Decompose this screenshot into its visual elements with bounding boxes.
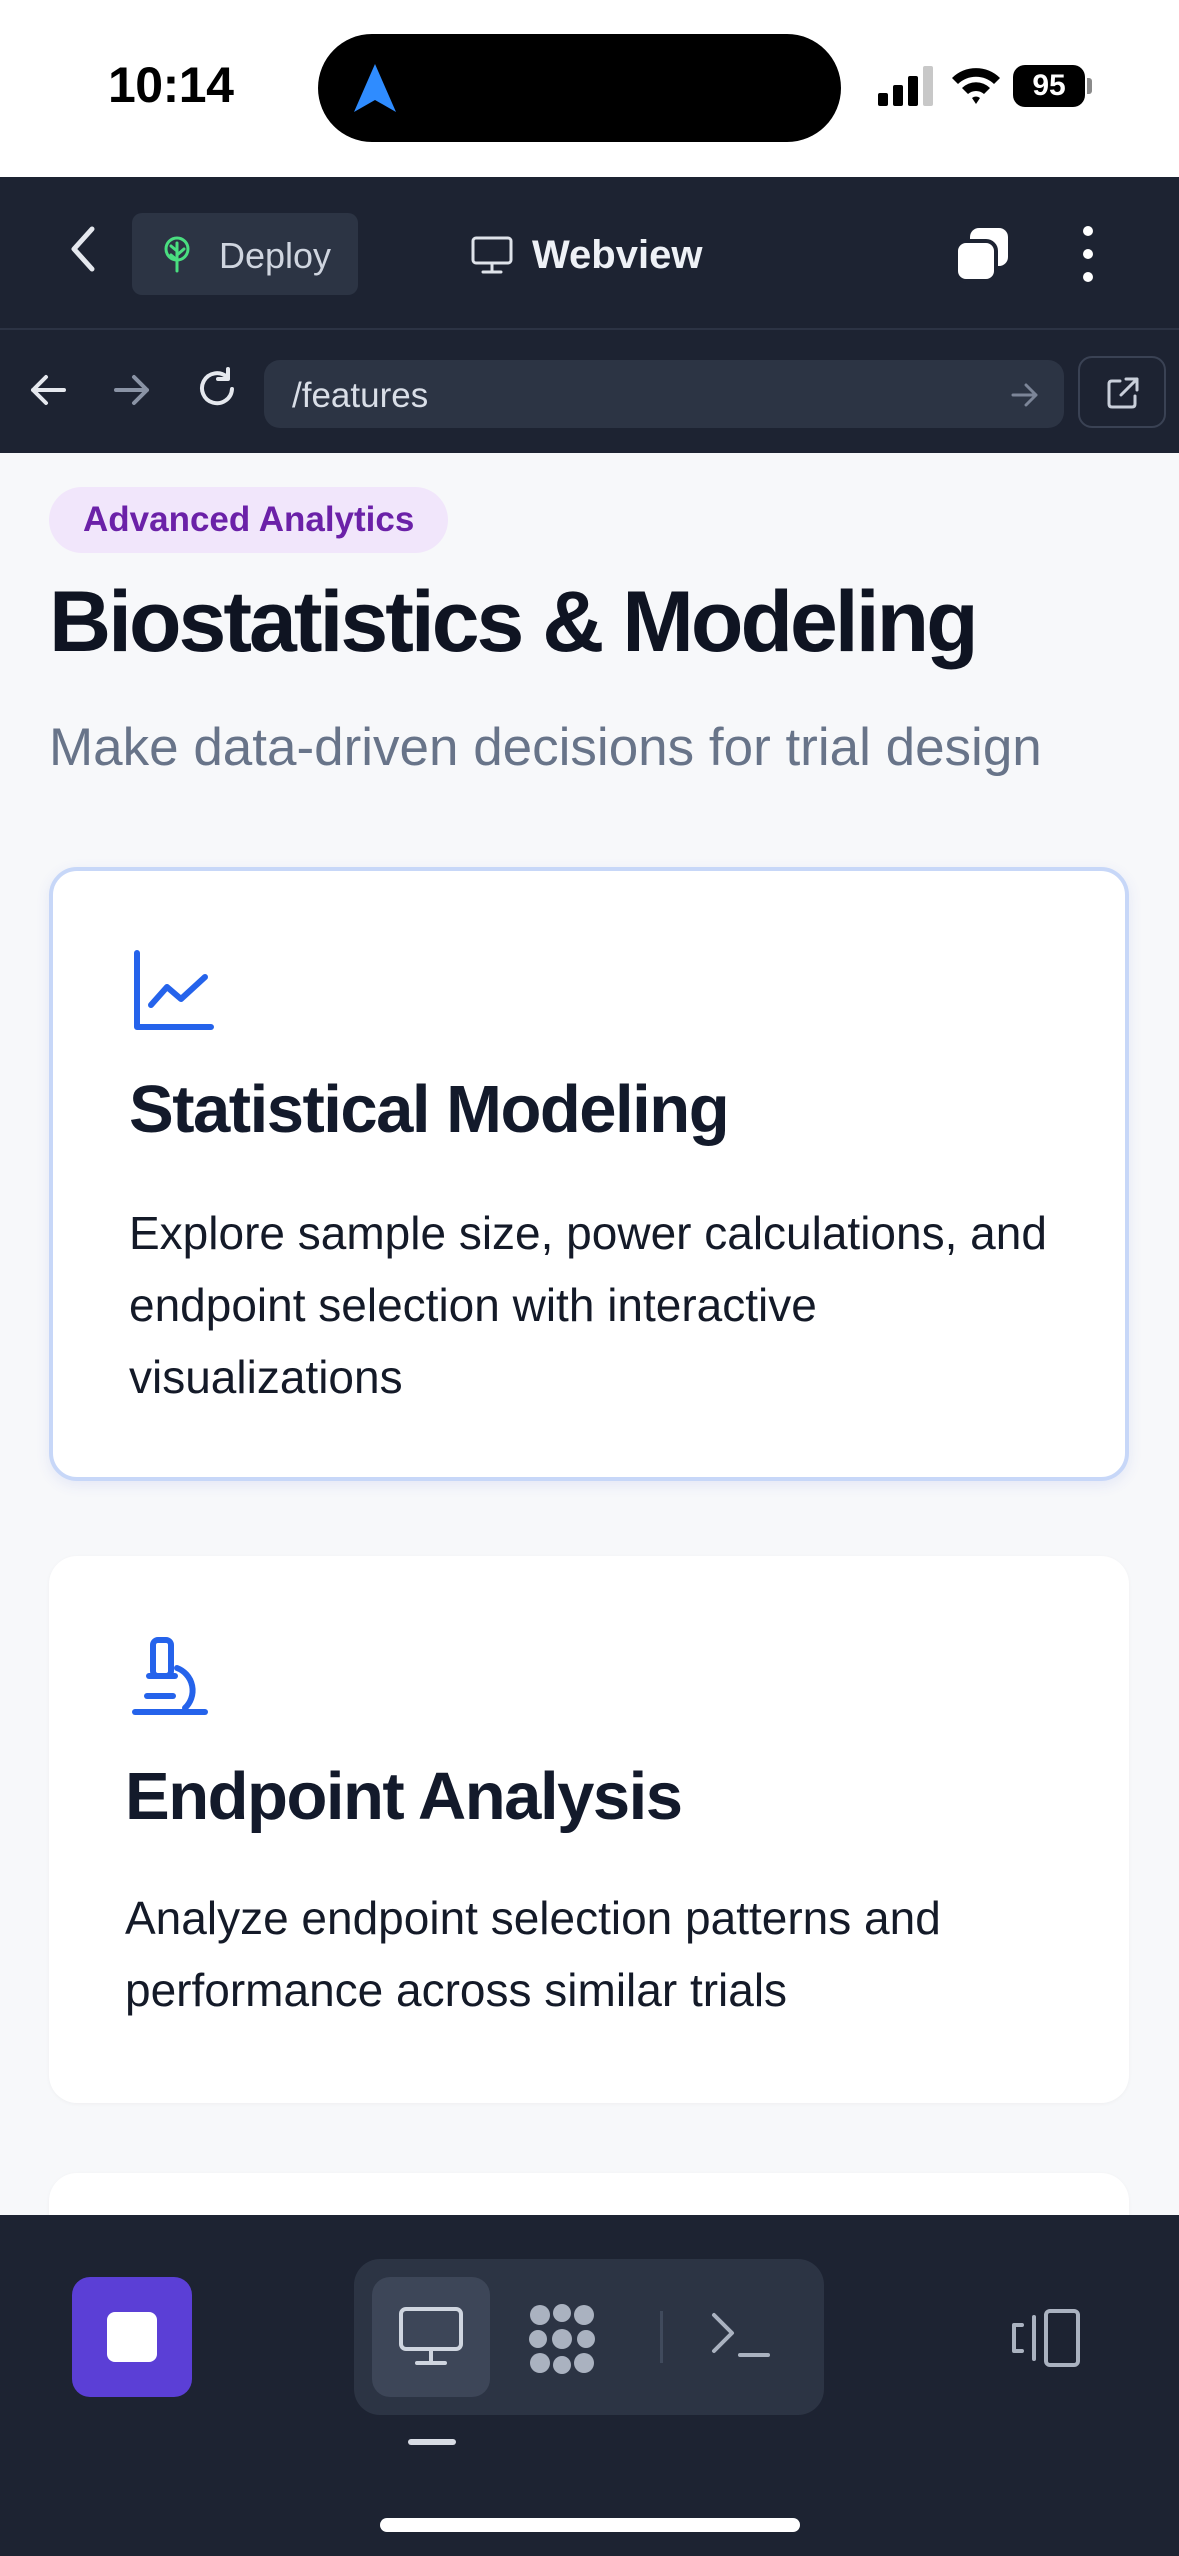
feature-card-statistical-modeling[interactable]: Statistical Modeling Explore sample size… <box>49 867 1129 1481</box>
tabs-icon[interactable] <box>952 225 1012 285</box>
webview-title: Webview <box>470 215 702 295</box>
location-arrow-icon <box>354 64 396 112</box>
dynamic-island <box>318 34 841 142</box>
home-indicator <box>380 2518 800 2532</box>
category-badge: Advanced Analytics <box>49 487 449 553</box>
card-description: Explore sample size, power calculations,… <box>129 1207 1047 1403</box>
monitor-icon <box>471 236 513 274</box>
mode-divider <box>660 2311 663 2363</box>
chevron-left-icon[interactable] <box>60 219 108 279</box>
page-subtitle: Make data-driven decisions for trial des… <box>49 718 1042 777</box>
mode-desktop-button[interactable] <box>372 2277 490 2397</box>
tree-icon <box>164 236 190 273</box>
signal-icon <box>878 66 933 106</box>
view-mode-switcher <box>354 2259 824 2415</box>
terminal-icon[interactable] <box>708 2307 772 2363</box>
card-description: Analyze endpoint selection patterns and … <box>125 1892 941 2016</box>
bottom-toolbar <box>0 2215 1179 2556</box>
feature-card-partial[interactable] <box>49 2173 1129 2215</box>
browser-toolbar: /features <box>0 330 1179 453</box>
battery-tip <box>1087 78 1092 94</box>
deploy-label: Deploy <box>219 235 332 276</box>
more-vertical-icon[interactable] <box>1076 223 1100 285</box>
battery-icon: 95 <box>1013 65 1092 107</box>
active-mode-indicator <box>408 2439 456 2445</box>
deploy-button[interactable]: Deploy <box>132 213 358 295</box>
external-link-icon <box>1107 377 1139 409</box>
stop-button[interactable] <box>72 2277 192 2397</box>
status-time: 10:14 <box>108 57 234 113</box>
arrow-right-icon[interactable] <box>112 370 152 410</box>
status-bar: 10:14 95 <box>0 0 1179 177</box>
battery-level: 95 <box>1013 65 1085 107</box>
url-field[interactable]: /features <box>264 360 1064 428</box>
url-text: /features <box>292 376 429 415</box>
arrow-left-icon[interactable] <box>28 370 68 410</box>
page-title: Biostatistics & Modeling <box>49 574 979 670</box>
feature-card-endpoint-analysis[interactable]: Endpoint Analysis Analyze endpoint selec… <box>49 1556 1129 2103</box>
card-title: Endpoint Analysis <box>125 1759 683 1834</box>
line-chart-icon <box>134 950 214 1030</box>
card-title: Statistical Modeling <box>129 1072 730 1147</box>
webview-label: Webview <box>532 232 703 277</box>
grid-icon[interactable] <box>524 2301 600 2377</box>
arrow-right-icon[interactable] <box>1010 380 1040 410</box>
wifi-icon <box>952 68 1000 104</box>
app-bar: Deploy Webview <box>0 177 1179 330</box>
open-external-button[interactable] <box>1078 356 1166 428</box>
monitor-icon <box>399 2307 463 2365</box>
rotate-device-icon[interactable] <box>1010 2307 1082 2369</box>
microscope-icon <box>132 1637 208 1715</box>
page-content: Advanced Analytics Biostatistics & Model… <box>0 453 1179 2215</box>
reload-icon[interactable] <box>194 366 240 412</box>
